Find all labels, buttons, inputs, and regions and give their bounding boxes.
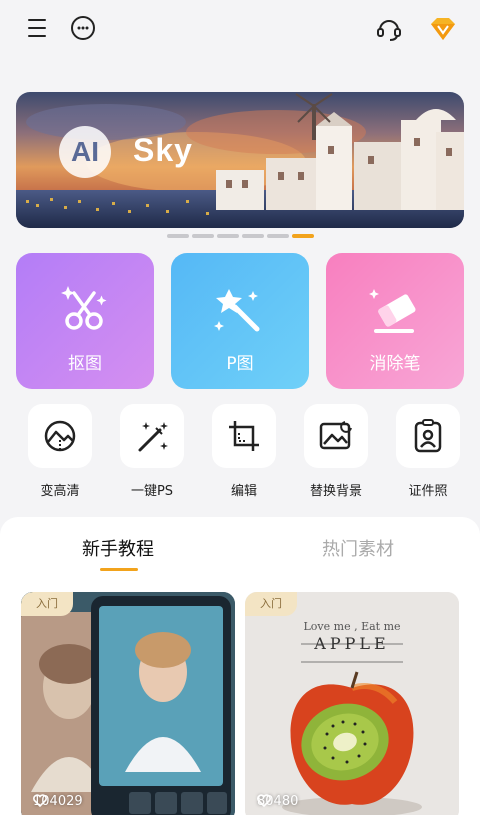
eraser-icon bbox=[369, 289, 416, 333]
tab-beginner-tutorial[interactable]: 新手教程 bbox=[82, 535, 154, 561]
banner-title: Sky bbox=[133, 132, 193, 168]
level-badge: 入门 bbox=[21, 592, 73, 616]
content-panel: 新手教程 热门素材 入门 104029 Love me , Eat me APP… bbox=[0, 517, 480, 815]
pagination-dot[interactable] bbox=[192, 234, 214, 238]
vip-diamond-icon[interactable] bbox=[428, 14, 456, 42]
pagination-dot[interactable] bbox=[267, 234, 289, 238]
cutout-scissors-icon bbox=[61, 286, 107, 330]
tutorial-card[interactable]: 入门 104029 bbox=[21, 592, 235, 815]
pagination-dot-active[interactable] bbox=[292, 234, 314, 238]
emoji-face-icon[interactable] bbox=[69, 14, 97, 42]
p-image-tool-button[interactable]: P图 bbox=[171, 253, 309, 389]
level-badge: 入门 bbox=[245, 592, 297, 616]
card-caption-line1: Love me , Eat me bbox=[303, 620, 401, 633]
cutout-tool-label: 抠图 bbox=[68, 354, 102, 374]
menu-icon[interactable] bbox=[24, 14, 52, 42]
id-photo-label: 证件照 bbox=[408, 484, 448, 499]
id-photo-tool[interactable]: 证件照 bbox=[388, 404, 468, 499]
replace-background-label: 替换背景 bbox=[309, 484, 362, 499]
heart-icon bbox=[33, 794, 47, 807]
card-caption-line2: APPLE bbox=[314, 634, 390, 653]
one-click-ps-tool[interactable]: 一键PS bbox=[112, 404, 192, 499]
one-click-ps-label: 一键PS bbox=[130, 484, 174, 499]
replace-background-icon bbox=[319, 421, 352, 450]
like-count: 80480 bbox=[257, 794, 298, 809]
eraser-tool-button[interactable]: 消除笔 bbox=[326, 253, 464, 389]
tutorial-card[interactable]: Love me , Eat me APPLE 入门 80480 bbox=[245, 592, 459, 815]
heart-icon bbox=[257, 794, 271, 807]
top-bar bbox=[0, 0, 480, 60]
promo-banner[interactable]: AI Sky bbox=[16, 92, 464, 228]
tab-popular-materials[interactable]: 热门素材 bbox=[322, 535, 394, 561]
enhance-tool-label: 变高清 bbox=[40, 484, 80, 499]
magic-wand-icon bbox=[138, 422, 168, 452]
edit-tool-label: 编辑 bbox=[230, 484, 257, 499]
eraser-tool-label: 消除笔 bbox=[369, 354, 421, 374]
replace-background-tool[interactable]: 替换背景 bbox=[296, 404, 376, 499]
ai-badge: AI bbox=[59, 126, 111, 178]
pagination-dot[interactable] bbox=[217, 234, 239, 238]
active-tab-indicator bbox=[100, 568, 138, 571]
photo-restore-preview-image bbox=[21, 592, 235, 815]
pagination-dot[interactable] bbox=[167, 234, 189, 238]
enhance-tool[interactable]: 变高清 bbox=[20, 404, 100, 499]
cutout-tool-button[interactable]: 抠图 bbox=[16, 253, 154, 389]
magic-wand-icon bbox=[214, 289, 260, 332]
banner-pagination bbox=[167, 234, 314, 238]
like-count: 104029 bbox=[33, 794, 83, 809]
customer-service-icon[interactable] bbox=[374, 14, 402, 42]
enhance-icon bbox=[44, 420, 76, 452]
edit-tool[interactable]: 编辑 bbox=[204, 404, 284, 499]
p-image-tool-label: P图 bbox=[226, 354, 254, 374]
id-photo-icon bbox=[414, 419, 442, 453]
pagination-dot[interactable] bbox=[242, 234, 264, 238]
crop-icon bbox=[229, 421, 259, 451]
